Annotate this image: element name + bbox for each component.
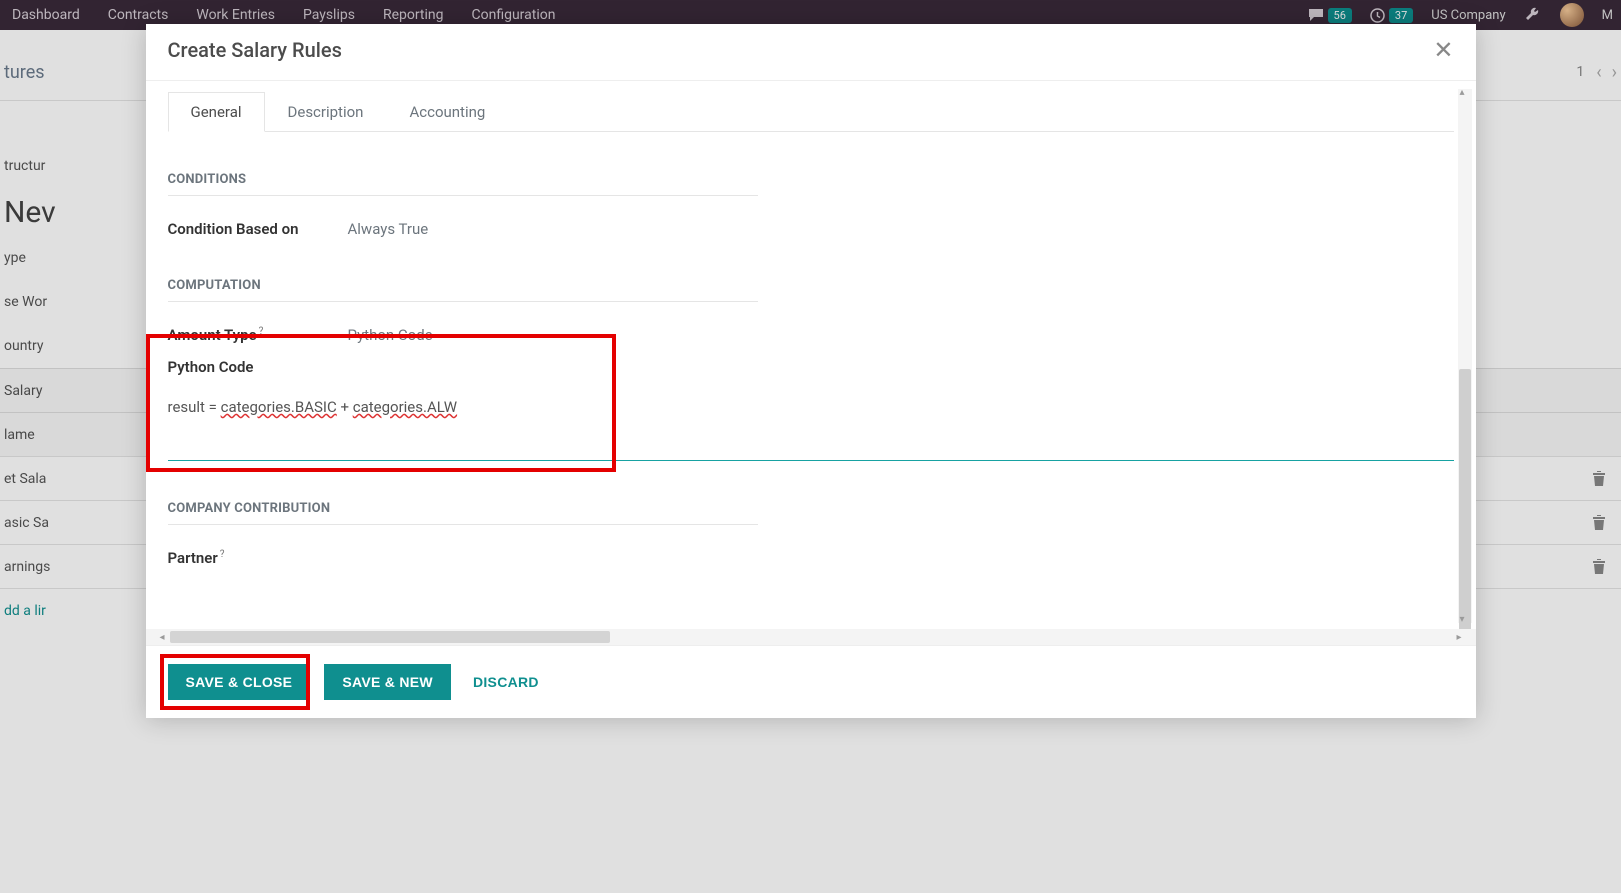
tabs: General Description Accounting: [168, 91, 1454, 132]
code-seg2: categories.ALW: [353, 398, 457, 416]
scroll-thumb-h[interactable]: [170, 631, 610, 643]
field-condition-based-on: Condition Based on Always True: [168, 220, 1454, 238]
section-conditions: CONDITIONS: [168, 172, 758, 196]
teal-divider: [168, 460, 1454, 461]
scroll-left-icon[interactable]: ◂: [160, 632, 165, 643]
scroll-down-icon[interactable]: ▾: [1460, 614, 1465, 625]
field-amount-type: Amount Type? Python Code: [168, 326, 1454, 344]
tab-description[interactable]: Description: [265, 92, 387, 132]
label-amount-type: Amount Type?: [168, 326, 348, 344]
create-salary-rules-modal: Create Salary Rules ✕ General Descriptio…: [146, 24, 1476, 718]
code-seg1: categories.BASIC: [221, 398, 337, 416]
save-new-button[interactable]: SAVE & NEW: [324, 664, 451, 700]
section-company-contribution: COMPANY CONTRIBUTION: [168, 501, 758, 525]
help-icon[interactable]: ?: [220, 549, 225, 560]
label-partner: Partner?: [168, 549, 348, 567]
save-close-button[interactable]: SAVE & CLOSE: [168, 664, 311, 700]
vertical-scrollbar[interactable]: ▴ ▾: [1458, 89, 1472, 623]
field-python-code-label: Python Code: [168, 358, 1454, 376]
scroll-right-icon[interactable]: ▸: [1456, 632, 1461, 643]
scroll-thumb[interactable]: [1459, 369, 1471, 629]
horizontal-scrollbar[interactable]: ◂ ▸: [146, 629, 1476, 645]
modal-header: Create Salary Rules ✕: [146, 24, 1476, 81]
code-prefix: result =: [168, 398, 221, 416]
close-icon[interactable]: ✕: [1433, 38, 1453, 62]
modal-title: Create Salary Rules: [168, 38, 342, 62]
label-python-code: Python Code: [168, 358, 348, 376]
section-computation: COMPUTATION: [168, 278, 758, 302]
modal-overlay: Create Salary Rules ✕ General Descriptio…: [0, 0, 1621, 893]
field-partner: Partner?: [168, 549, 1454, 567]
python-code-input[interactable]: result = categories.BASIC + categories.A…: [168, 398, 1454, 416]
modal-body: General Description Accounting CONDITION…: [146, 81, 1476, 629]
scroll-up-icon[interactable]: ▴: [1460, 87, 1465, 98]
modal-footer: SAVE & CLOSE SAVE & NEW DISCARD: [146, 645, 1476, 718]
tab-accounting[interactable]: Accounting: [386, 92, 508, 132]
discard-button[interactable]: DISCARD: [465, 664, 547, 700]
help-icon[interactable]: ?: [259, 326, 264, 337]
label-condition-based-on: Condition Based on: [168, 220, 348, 238]
code-plus: +: [337, 398, 353, 416]
tab-general[interactable]: General: [168, 92, 265, 132]
value-condition-based-on[interactable]: Always True: [348, 220, 429, 238]
value-amount-type[interactable]: Python Code: [348, 326, 433, 344]
